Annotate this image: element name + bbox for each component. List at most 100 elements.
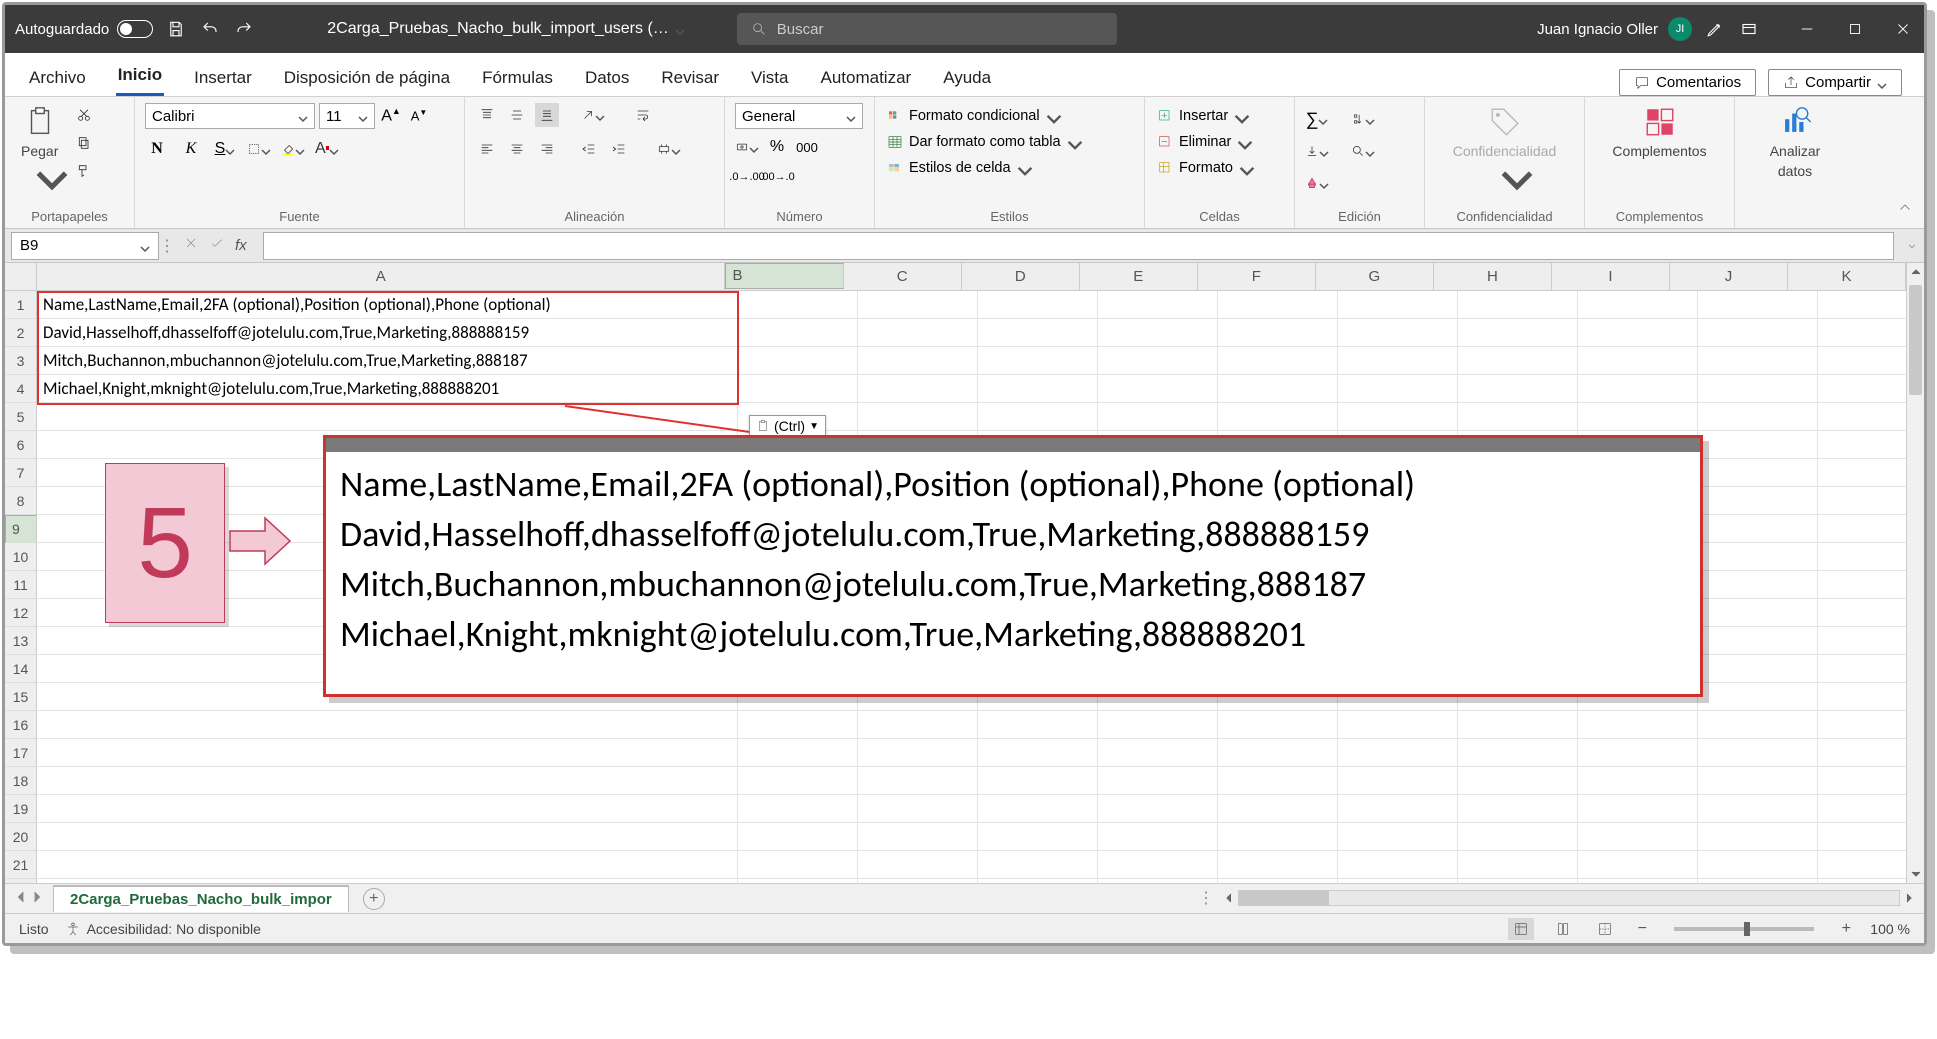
view-normal-icon[interactable] bbox=[1508, 918, 1534, 940]
add-sheet-button[interactable]: + bbox=[363, 888, 385, 910]
format-cells-button[interactable]: Formato bbox=[1155, 159, 1251, 177]
column-header-J[interactable]: J bbox=[1670, 263, 1788, 290]
borders-icon[interactable] bbox=[247, 137, 271, 161]
column-header-B[interactable]: B bbox=[725, 263, 843, 289]
row-header-16[interactable]: 16 bbox=[5, 711, 37, 739]
view-page-layout-icon[interactable] bbox=[1550, 918, 1576, 940]
close-icon[interactable] bbox=[1892, 18, 1914, 40]
increase-font-icon[interactable]: A▲ bbox=[379, 104, 403, 128]
search-input[interactable]: Buscar bbox=[737, 13, 1117, 45]
accessibility-status[interactable]: Accesibilidad: No disponible bbox=[65, 921, 261, 937]
column-header-G[interactable]: G bbox=[1316, 263, 1434, 290]
bold-button[interactable]: N bbox=[145, 137, 169, 161]
row-header-8[interactable]: 8 bbox=[5, 487, 37, 515]
scroll-right-icon[interactable] bbox=[1900, 889, 1918, 907]
font-name-select[interactable]: Calibri bbox=[145, 103, 315, 129]
format-as-table-button[interactable]: Dar formato como tabla bbox=[885, 133, 1079, 151]
italic-button[interactable]: K bbox=[179, 137, 203, 161]
clear-icon[interactable] bbox=[1305, 171, 1329, 195]
zoom-in-button[interactable]: + bbox=[1838, 920, 1854, 938]
column-header-F[interactable]: F bbox=[1198, 263, 1316, 290]
copy-icon[interactable] bbox=[72, 131, 96, 155]
delete-cells-button[interactable]: Eliminar bbox=[1155, 133, 1249, 151]
find-select-icon[interactable] bbox=[1351, 139, 1375, 163]
share-button[interactable]: Compartir bbox=[1768, 69, 1902, 96]
row-header-9[interactable]: 9 bbox=[5, 515, 37, 543]
sheet-prev-icon[interactable] bbox=[15, 890, 27, 908]
merge-center-icon[interactable] bbox=[657, 137, 681, 161]
column-header-E[interactable]: E bbox=[1080, 263, 1198, 290]
maximize-icon[interactable] bbox=[1844, 18, 1866, 40]
scroll-up-icon[interactable] bbox=[1907, 263, 1924, 281]
tab-ayuda[interactable]: Ayuda bbox=[941, 60, 993, 96]
sheet-next-icon[interactable] bbox=[31, 890, 43, 908]
format-painter-icon[interactable] bbox=[72, 159, 96, 183]
fill-icon[interactable] bbox=[1305, 139, 1329, 163]
cancel-formula-icon[interactable] bbox=[183, 235, 199, 256]
scrollbar-thumb[interactable] bbox=[1909, 285, 1922, 395]
orientation-icon[interactable] bbox=[581, 103, 605, 127]
worksheet-grid[interactable]: ABCDEFGHIJK 1234567891011121314151617181… bbox=[5, 263, 1924, 883]
cut-icon[interactable] bbox=[72, 103, 96, 127]
minimize-icon[interactable] bbox=[1796, 18, 1818, 40]
row-header-19[interactable]: 19 bbox=[5, 795, 37, 823]
pen-icon[interactable] bbox=[1704, 18, 1726, 40]
increase-decimal-icon[interactable]: .0→.00 bbox=[735, 165, 759, 189]
row-header-18[interactable]: 18 bbox=[5, 767, 37, 795]
select-all-corner[interactable] bbox=[5, 263, 37, 291]
row-header-20[interactable]: 20 bbox=[5, 823, 37, 851]
row-header-6[interactable]: 6 bbox=[5, 431, 37, 459]
scrollbar-thumb[interactable] bbox=[1239, 891, 1329, 905]
paste-button[interactable]: Pegar bbox=[15, 103, 64, 175]
confirm-formula-icon[interactable] bbox=[209, 235, 225, 256]
row-header-4[interactable]: 4 bbox=[5, 375, 37, 403]
decrease-font-icon[interactable]: A▼ bbox=[407, 104, 431, 128]
sheet-tab-active[interactable]: 2Carga_Pruebas_Nacho_bulk_impor bbox=[53, 885, 349, 912]
redo-icon[interactable] bbox=[233, 18, 255, 40]
thousands-icon[interactable]: 000 bbox=[795, 135, 819, 159]
font-size-select[interactable]: 11 bbox=[319, 103, 375, 129]
autosum-icon[interactable]: ∑ bbox=[1305, 107, 1329, 131]
percent-icon[interactable]: % bbox=[765, 135, 789, 159]
row-header-1[interactable]: 1 bbox=[5, 291, 37, 319]
row-header-3[interactable]: 3 bbox=[5, 347, 37, 375]
view-page-break-icon[interactable] bbox=[1592, 918, 1618, 940]
row-header-2[interactable]: 2 bbox=[5, 319, 37, 347]
row-header-14[interactable]: 14 bbox=[5, 655, 37, 683]
tab-archivo[interactable]: Archivo bbox=[27, 60, 88, 96]
tab-vista[interactable]: Vista bbox=[749, 60, 791, 96]
column-header-I[interactable]: I bbox=[1552, 263, 1670, 290]
tab-inicio[interactable]: Inicio bbox=[116, 57, 164, 96]
user-account[interactable]: Juan Ignacio Oller JI bbox=[1537, 17, 1692, 41]
row-header-5[interactable]: 5 bbox=[5, 403, 37, 431]
row-header-21[interactable]: 21 bbox=[5, 851, 37, 879]
zoom-out-button[interactable]: − bbox=[1634, 920, 1650, 938]
zoom-slider[interactable] bbox=[1674, 927, 1814, 931]
column-header-C[interactable]: C bbox=[844, 263, 962, 290]
analyze-data-button[interactable]: Analizar datos bbox=[1764, 103, 1827, 181]
tab-insertar[interactable]: Insertar bbox=[192, 60, 254, 96]
tab-revisar[interactable]: Revisar bbox=[659, 60, 721, 96]
fill-color-icon[interactable] bbox=[281, 137, 305, 161]
tab-formulas[interactable]: Fórmulas bbox=[480, 60, 555, 96]
insert-cells-button[interactable]: Insertar bbox=[1155, 107, 1246, 125]
tab-automatizar[interactable]: Automatizar bbox=[818, 60, 913, 96]
decrease-indent-icon[interactable] bbox=[577, 137, 601, 161]
underline-button[interactable]: S bbox=[213, 137, 237, 161]
column-header-D[interactable]: D bbox=[962, 263, 1080, 290]
currency-icon[interactable] bbox=[735, 135, 759, 159]
conditional-format-button[interactable]: Formato condicional bbox=[885, 107, 1058, 125]
formula-input[interactable] bbox=[263, 232, 1894, 260]
wrap-text-icon[interactable] bbox=[631, 103, 655, 127]
autosave-toggle[interactable]: Autoguardado bbox=[15, 20, 153, 38]
scroll-down-icon[interactable] bbox=[1907, 865, 1924, 883]
collapse-ribbon-icon[interactable] bbox=[1896, 199, 1914, 222]
fx-label[interactable]: fx bbox=[235, 237, 247, 254]
align-middle-icon[interactable] bbox=[505, 103, 529, 127]
scroll-left-icon[interactable] bbox=[1220, 889, 1238, 907]
horizontal-scrollbar[interactable]: ⋮ bbox=[1198, 888, 1918, 908]
undo-icon[interactable] bbox=[199, 18, 221, 40]
number-format-select[interactable]: General bbox=[735, 103, 863, 129]
row-header-13[interactable]: 13 bbox=[5, 627, 37, 655]
row-header-11[interactable]: 11 bbox=[5, 571, 37, 599]
